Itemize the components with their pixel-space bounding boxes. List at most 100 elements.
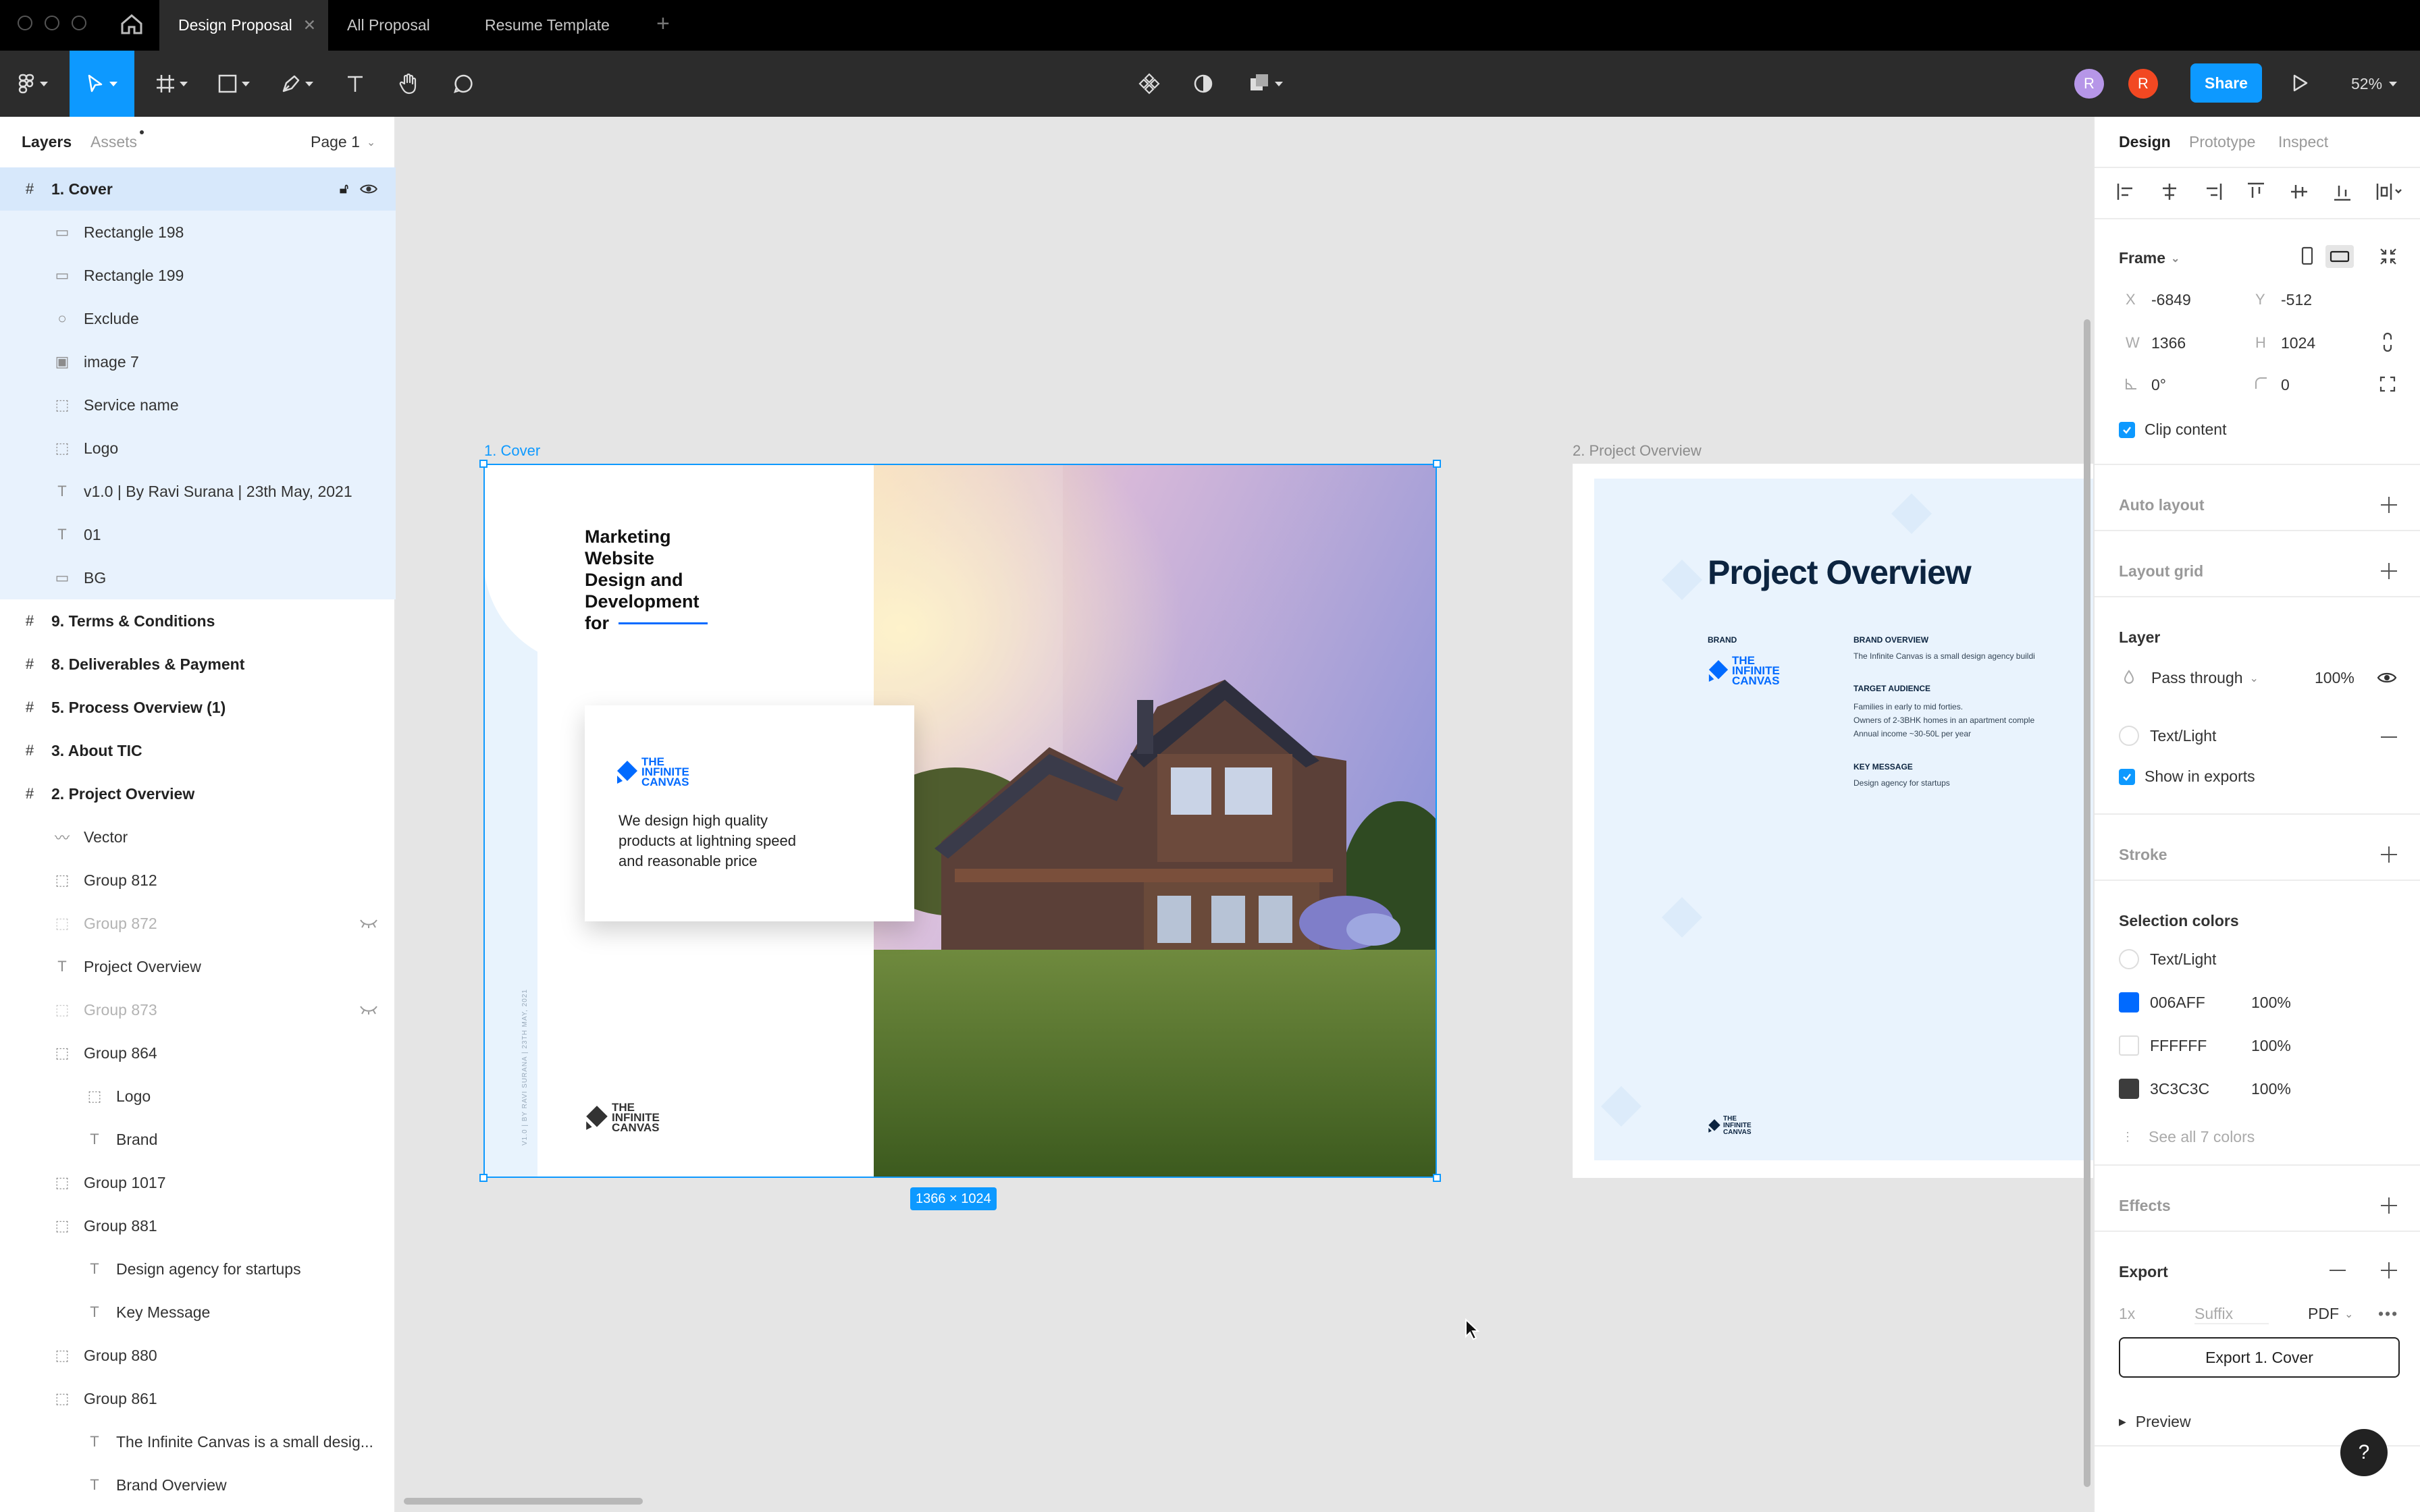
window-close-button[interactable] <box>18 16 32 30</box>
frame-label-project-overview[interactable]: 2. Project Overview <box>1573 442 1702 460</box>
layer-row[interactable]: T Brand Overview <box>0 1463 396 1507</box>
add-export-icon[interactable] <box>2381 1262 2397 1278</box>
text-tool-button[interactable] <box>338 51 373 117</box>
tab-prototype[interactable]: Prototype <box>2189 133 2255 151</box>
align-center-h-icon[interactable] <box>2159 182 2180 202</box>
layer-row[interactable]: ⬚ Group 861 <box>0 1377 396 1420</box>
hand-tool-button[interactable] <box>392 51 427 117</box>
layer-frame-row[interactable]: #1. Cover 🔓︎ <box>0 167 396 211</box>
height-input[interactable]: 1024 <box>2281 334 2315 352</box>
distribute-icon[interactable] <box>2375 182 2402 202</box>
color-swatch[interactable] <box>2119 949 2139 969</box>
layer-row[interactable]: 〰 Vector <box>0 815 396 859</box>
clip-content-checkbox[interactable]: Clip content <box>2119 421 2226 439</box>
avatar[interactable]: R <box>2128 69 2158 99</box>
selection-color-row[interactable]: Text/Light <box>2119 946 2402 973</box>
layer-opacity-input[interactable]: 100% <box>2315 669 2355 687</box>
blend-mode-dropdown[interactable]: Pass through ⌄ <box>2151 669 2259 687</box>
new-tab-icon[interactable]: + <box>656 11 670 37</box>
tab-design-proposal[interactable]: Design Proposal ✕ <box>159 0 328 51</box>
color-opacity[interactable]: 100% <box>2251 994 2291 1012</box>
see-all-colors-link[interactable]: ⋮ See all 7 colors <box>2122 1128 2255 1146</box>
layer-row[interactable]: ⬚ Logo <box>0 427 396 470</box>
boolean-button[interactable] <box>1242 51 1290 117</box>
layer-row[interactable]: ⬚ Group 880 <box>0 1334 396 1377</box>
horizontal-scrollbar[interactable] <box>404 1498 643 1505</box>
color-swatch[interactable] <box>2119 1079 2139 1099</box>
add-stroke-icon[interactable] <box>2381 846 2397 863</box>
tab-inspect[interactable]: Inspect <box>2278 133 2328 151</box>
layer-frame-row[interactable]: #9. Terms & Conditions <box>0 599 396 643</box>
home-icon[interactable] <box>120 14 143 35</box>
layer-row[interactable]: T Brand <box>0 1118 396 1161</box>
help-button[interactable]: ? <box>2340 1429 2388 1476</box>
align-top-icon[interactable] <box>2246 182 2266 202</box>
visibility-eye-icon[interactable] <box>359 182 378 196</box>
constrain-proportions-icon[interactable] <box>2379 331 2396 353</box>
add-auto-layout-icon[interactable] <box>2381 497 2397 513</box>
hidden-eye-icon[interactable] <box>359 1004 378 1015</box>
export-preview-toggle[interactable]: ▶ Preview <box>2119 1413 2191 1431</box>
visibility-eye-icon[interactable] <box>2377 670 2397 685</box>
layer-frame-row[interactable]: #3. About TIC <box>0 729 396 772</box>
main-menu-button[interactable] <box>9 51 57 117</box>
export-format-dropdown[interactable]: PDF ⌄ <box>2308 1305 2353 1323</box>
project-overview-frame[interactable]: Project Overview BRAND THE INFINITE CANV… <box>1573 464 2093 1178</box>
selection-color-row[interactable]: 006AFF 100% <box>2119 989 2402 1016</box>
landscape-orientation-button[interactable] <box>2325 245 2354 268</box>
y-input[interactable]: -512 <box>2281 291 2312 309</box>
corner-radius-input[interactable]: 0 <box>2281 376 2290 394</box>
color-swatch[interactable] <box>2119 1035 2139 1056</box>
align-left-icon[interactable] <box>2116 182 2136 202</box>
pen-tool-button[interactable] <box>270 51 324 117</box>
layer-row[interactable]: ▭ Rectangle 198 <box>0 211 396 254</box>
add-effect-icon[interactable] <box>2381 1197 2397 1214</box>
hidden-eye-icon[interactable] <box>359 918 378 929</box>
layer-frame-row[interactable]: #5. Process Overview (1) <box>0 686 396 729</box>
frame-type-dropdown[interactable]: Frame ⌄ <box>2119 249 2180 267</box>
tab-assets[interactable]: Assets <box>90 130 144 151</box>
layer-row[interactable]: ⬚ Group 1017 <box>0 1161 396 1204</box>
layer-row[interactable]: ⬚ Logo <box>0 1075 396 1118</box>
selection-color-row[interactable]: FFFFFF 100% <box>2119 1032 2402 1059</box>
window-maximize-button[interactable] <box>72 16 86 30</box>
portrait-orientation-button[interactable] <box>2297 245 2317 268</box>
selection-color-row[interactable]: 3C3C3C 100% <box>2119 1075 2402 1102</box>
layer-row[interactable]: T 01 <box>0 513 396 556</box>
layer-row[interactable]: T Design agency for startups <box>0 1247 396 1291</box>
resize-handle[interactable] <box>1433 1174 1441 1182</box>
tab-layers[interactable]: Layers <box>22 133 72 151</box>
color-swatch[interactable] <box>2119 992 2139 1013</box>
resize-handle[interactable] <box>1433 460 1441 468</box>
layer-row[interactable]: ⬚ Group 864 <box>0 1031 396 1075</box>
share-button[interactable]: Share <box>2190 63 2262 103</box>
layer-row[interactable]: T Project Overview <box>0 945 396 988</box>
cover-frame[interactable]: V1.0 | BY RAVI SURANA | 23TH MAY, 2021 M… <box>483 464 1437 1178</box>
unlock-icon[interactable]: 🔓︎ <box>340 182 348 197</box>
align-center-v-icon[interactable] <box>2289 182 2309 202</box>
zoom-dropdown[interactable]: 52% <box>2351 72 2398 95</box>
layer-row[interactable]: ▭ Rectangle 199 <box>0 254 396 297</box>
layer-row[interactable]: Tv1.0 | By Ravi Surana | 23th May, 2021 <box>0 470 396 513</box>
layer-row[interactable]: ⬚ Group 881 <box>0 1204 396 1247</box>
layer-row[interactable]: ▣ image 7 <box>0 340 396 383</box>
show-in-exports-checkbox[interactable]: Show in exports <box>2119 767 2255 786</box>
width-input[interactable]: 1366 <box>2151 334 2186 352</box>
layer-frame-row[interactable]: #8. Deliverables & Payment <box>0 643 396 686</box>
vertical-scrollbar[interactable] <box>2084 319 2090 1487</box>
frame-tool-button[interactable] <box>147 51 196 117</box>
independent-corners-icon[interactable] <box>2379 376 2396 392</box>
layer-row[interactable]: ⬚ Group 873 <box>0 988 396 1031</box>
align-right-icon[interactable] <box>2203 182 2223 202</box>
tab-all-proposal[interactable]: All Proposal <box>328 0 463 51</box>
export-scale-input[interactable]: 1x <box>2119 1305 2135 1323</box>
move-tool-button[interactable] <box>70 51 134 117</box>
layer-row[interactable]: T Key Message <box>0 1291 396 1334</box>
tab-design[interactable]: Design <box>2119 133 2171 151</box>
color-opacity[interactable]: 100% <box>2251 1080 2291 1098</box>
tab-close-icon[interactable]: ✕ <box>303 0 316 51</box>
layer-frame-row[interactable]: #2. Project Overview <box>0 772 396 815</box>
comment-tool-button[interactable] <box>446 51 481 117</box>
layer-row[interactable]: ○ Exclude <box>0 297 396 340</box>
avatar[interactable]: R <box>2074 69 2104 99</box>
